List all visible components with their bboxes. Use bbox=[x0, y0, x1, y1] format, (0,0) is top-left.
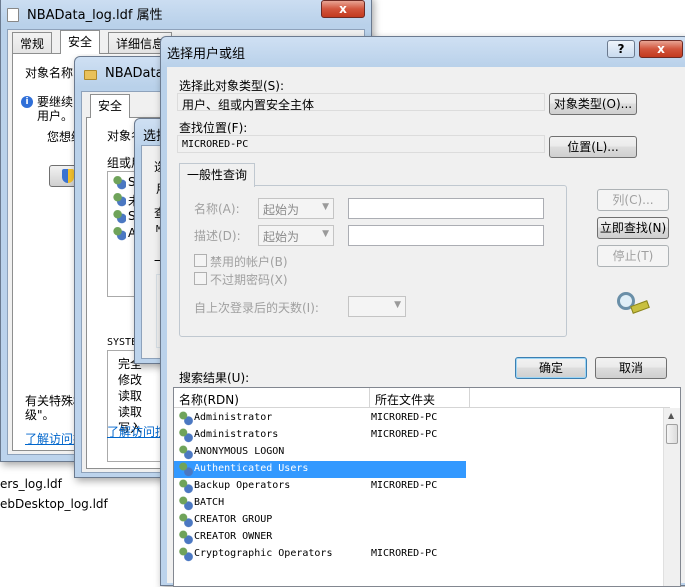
name-label: 名称(A): bbox=[194, 202, 240, 216]
object-types-button[interactable]: 对象类型(O)... bbox=[549, 93, 637, 115]
days-since-logon-select[interactable]: ▼ bbox=[348, 296, 406, 317]
result-name: CREATOR OWNER bbox=[194, 531, 273, 542]
description-input[interactable] bbox=[348, 225, 544, 246]
result-folder: MICRORED-PC bbox=[371, 480, 438, 491]
result-name: BATCH bbox=[194, 497, 225, 508]
location-label: 查找位置(F): bbox=[179, 121, 248, 135]
column-header-name[interactable]: 名称(RDN) bbox=[174, 388, 370, 408]
result-name: Administrator bbox=[194, 412, 273, 423]
column-header-folder[interactable]: 所在文件夹 bbox=[370, 388, 470, 408]
description-label: 描述(D): bbox=[194, 229, 241, 243]
result-folder: MICRORED-PC bbox=[371, 548, 438, 559]
special-permissions-text: 级"。 bbox=[25, 408, 55, 422]
days-since-logon-label: 自上次登录后的天数(I): bbox=[194, 301, 319, 315]
folder-icon bbox=[84, 70, 97, 80]
non-expiring-password-label: 不过期密码(X) bbox=[210, 273, 288, 287]
users-icon bbox=[178, 547, 193, 562]
dialog-title: 选择用户或组 bbox=[167, 47, 246, 62]
users-icon bbox=[178, 445, 193, 460]
name-input[interactable] bbox=[348, 198, 544, 219]
result-folder: MICRORED-PC bbox=[371, 429, 438, 440]
desktop-file-label[interactable]: ers_log.ldf bbox=[0, 477, 62, 491]
result-row[interactable]: Backup Operators MICRORED-PC bbox=[174, 478, 466, 495]
users-icon bbox=[178, 411, 193, 426]
window-title: NBAData_log.ldf 属性 bbox=[27, 8, 163, 23]
chevron-down-icon: ▼ bbox=[394, 300, 401, 310]
result-name: Cryptographic Operators bbox=[194, 548, 333, 559]
result-row[interactable]: Authenticated Users bbox=[174, 461, 466, 478]
combo-value: 起始为 bbox=[263, 230, 300, 244]
info-text: 用户。 bbox=[37, 109, 74, 123]
disabled-accounts-checkbox[interactable] bbox=[194, 254, 207, 267]
result-name: Administrators bbox=[194, 429, 279, 440]
close-icon[interactable]: x bbox=[321, 0, 365, 18]
general-query-pane: 名称(A): 起始为 ▼ 描述(D): 起始为 ▼ 禁用的帐户(B) 不过期密码(X… bbox=[179, 185, 567, 337]
name-condition-select[interactable]: 起始为 ▼ bbox=[258, 198, 334, 219]
dialog-client: 选择此对象类型(S): 用户、组或内置安全主体 对象类型(O)... 查找位置(… bbox=[167, 67, 685, 587]
result-row[interactable]: Administrator MICRORED-PC bbox=[174, 410, 466, 427]
permission-item: 读取 bbox=[118, 405, 143, 419]
vertical-scrollbar[interactable]: ▲ bbox=[663, 408, 680, 586]
uac-shield-icon bbox=[62, 169, 74, 183]
result-row[interactable]: ANONYMOUS LOGON bbox=[174, 444, 466, 461]
ok-button[interactable]: 确定 bbox=[515, 357, 587, 379]
tab-security[interactable]: 安全 bbox=[60, 30, 101, 54]
result-row[interactable]: Cryptographic Operators MICRORED-PC bbox=[174, 546, 466, 563]
search-icon bbox=[617, 292, 651, 318]
permission-item: 修改 bbox=[118, 373, 143, 387]
window-title: NBAData bbox=[105, 66, 164, 81]
access-control-link[interactable]: 了解访问控 bbox=[107, 423, 167, 440]
search-results-label: 搜索结果(U): bbox=[179, 371, 250, 385]
result-name: Authenticated Users bbox=[194, 463, 309, 474]
location-field: MICRORED-PC bbox=[177, 135, 545, 153]
result-row[interactable]: CREATOR OWNER bbox=[174, 529, 466, 546]
users-icon bbox=[178, 462, 193, 477]
tab-general-query[interactable]: 一般性查询 bbox=[179, 163, 256, 187]
description-condition-select[interactable]: 起始为 ▼ bbox=[258, 225, 334, 246]
non-expiring-password-checkbox[interactable] bbox=[194, 272, 207, 285]
result-row[interactable]: Administrators MICRORED-PC bbox=[174, 427, 466, 444]
tab-general[interactable]: 常规 bbox=[12, 32, 53, 54]
users-icon bbox=[178, 530, 193, 545]
users-icon bbox=[178, 496, 193, 511]
columns-button[interactable]: 列(C)... bbox=[597, 189, 669, 211]
users-icon bbox=[112, 176, 126, 190]
result-folder: MICRORED-PC bbox=[371, 412, 438, 423]
help-button[interactable]: ? bbox=[607, 40, 635, 58]
chevron-down-icon: ▼ bbox=[322, 229, 329, 239]
stop-button[interactable]: 停止(T) bbox=[597, 245, 669, 267]
users-icon bbox=[178, 428, 193, 443]
desktop-file-label[interactable]: ebDesktop_log.ldf bbox=[0, 497, 108, 511]
chevron-down-icon: ▼ bbox=[322, 202, 329, 212]
search-results-list[interactable]: 名称(RDN) 所在文件夹 ▲ Administrator MICRORED-PC… bbox=[173, 387, 681, 587]
scrollbar-thumb[interactable] bbox=[666, 424, 678, 444]
combo-value: 起始为 bbox=[263, 203, 300, 217]
result-name: ANONYMOUS LOGON bbox=[194, 446, 285, 457]
select-users-dialog: 选择用户或组 ? x 选择此对象类型(S): 用户、组或内置安全主体 对象类型(… bbox=[160, 36, 685, 587]
column-header-empty bbox=[470, 388, 670, 408]
result-name: CREATOR GROUP bbox=[194, 514, 273, 525]
users-icon bbox=[178, 513, 193, 528]
users-icon bbox=[112, 227, 126, 241]
result-name: Backup Operators bbox=[194, 480, 291, 491]
tab-security[interactable]: 安全 bbox=[90, 94, 131, 118]
users-icon bbox=[112, 210, 126, 224]
info-icon: i bbox=[21, 96, 33, 108]
file-icon bbox=[7, 8, 19, 22]
result-row[interactable]: CREATOR GROUP bbox=[174, 512, 466, 529]
locations-button[interactable]: 位置(L)... bbox=[549, 136, 637, 158]
object-type-label: 选择此对象类型(S): bbox=[179, 79, 285, 93]
users-icon bbox=[112, 193, 126, 207]
close-button[interactable]: x bbox=[639, 40, 683, 58]
scroll-up-icon[interactable]: ▲ bbox=[668, 411, 674, 420]
permission-item: 读取 bbox=[118, 389, 143, 403]
object-type-field: 用户、组或内置安全主体 bbox=[177, 93, 545, 112]
object-name-label: 对象名称: bbox=[25, 66, 78, 80]
users-icon bbox=[178, 479, 193, 494]
find-now-button[interactable]: 立即查找(N) bbox=[597, 217, 669, 239]
result-row[interactable]: BATCH bbox=[174, 495, 466, 512]
disabled-accounts-label: 禁用的帐户(B) bbox=[210, 255, 288, 269]
cancel-button[interactable]: 取消 bbox=[595, 357, 667, 379]
